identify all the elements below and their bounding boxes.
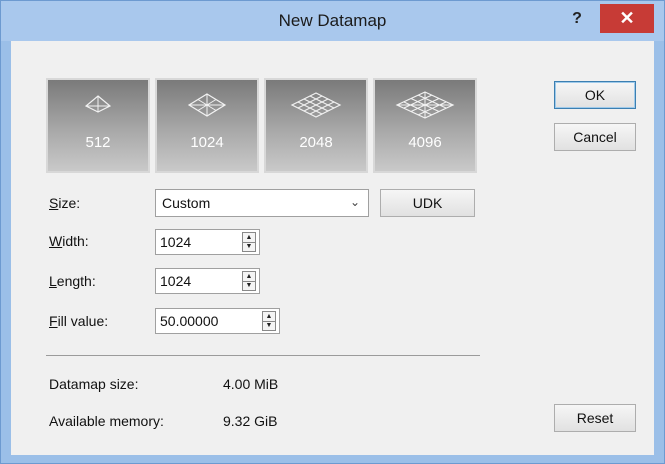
close-icon: ✕ — [619, 8, 635, 28]
preset-4096-button[interactable]: 4096 — [373, 78, 477, 173]
terrain-xlarge-icon — [395, 91, 455, 119]
chevron-down-icon: ⌄ — [349, 195, 360, 209]
datamap-size-value: 4.00 MiB — [223, 376, 279, 392]
length-label: Length: — [49, 273, 96, 289]
size-dropdown[interactable]: Custom ⌄ — [155, 189, 369, 217]
length-stepper-arrows[interactable]: ▲ ▼ — [242, 271, 256, 291]
ok-button[interactable]: OK — [554, 81, 636, 109]
terrain-medium-icon — [187, 93, 227, 117]
preset-2048-button[interactable]: 2048 — [264, 78, 368, 173]
preset-label: 512 — [85, 134, 111, 151]
preset-label: 2048 — [299, 134, 333, 151]
help-button[interactable]: ? — [557, 7, 597, 33]
preset-1024-button[interactable]: 1024 — [155, 78, 259, 173]
preset-512-button[interactable]: 512 — [46, 78, 150, 173]
available-memory-value: 9.32 GiB — [223, 413, 278, 429]
width-stepper[interactable]: 1024 ▲ ▼ — [155, 229, 260, 255]
width-stepper-arrows[interactable]: ▲ ▼ — [242, 232, 256, 252]
size-selected-value: Custom — [162, 195, 211, 211]
close-button[interactable]: ✕ — [600, 4, 654, 33]
width-label: Width: — [49, 233, 89, 249]
preset-label: 4096 — [408, 134, 442, 151]
title-bar[interactable]: New Datamap ? ✕ — [1, 1, 664, 41]
terrain-small-icon — [84, 95, 112, 113]
preset-label: 1024 — [190, 134, 224, 151]
size-label: Size: — [49, 195, 81, 211]
dialog-body: 512 1024 2048 4096 OK Cancel Size: Custo… — [11, 41, 654, 455]
fill-value: 50.00000 — [160, 313, 219, 329]
length-stepper[interactable]: 1024 ▲ ▼ — [155, 268, 260, 294]
stepper-down-icon[interactable]: ▼ — [243, 281, 255, 290]
cancel-button[interactable]: Cancel — [554, 123, 636, 151]
fill-value-stepper-arrows[interactable]: ▲ ▼ — [262, 311, 276, 331]
available-memory-label: Available memory: — [49, 413, 164, 429]
stepper-down-icon[interactable]: ▼ — [243, 242, 255, 251]
udk-button[interactable]: UDK — [380, 189, 475, 217]
reset-button[interactable]: Reset — [554, 404, 636, 432]
length-value: 1024 — [160, 273, 192, 289]
new-datamap-dialog: New Datamap ? ✕ 512 1024 2048 4096 OK Ca… — [0, 0, 665, 464]
fill-value-label: Fill value: — [49, 313, 109, 329]
width-value: 1024 — [160, 234, 192, 250]
datamap-size-label: Datamap size: — [49, 376, 139, 392]
terrain-large-icon — [290, 92, 342, 118]
fill-value-stepper[interactable]: 50.00000 ▲ ▼ — [155, 308, 280, 334]
stepper-down-icon[interactable]: ▼ — [263, 321, 275, 330]
divider — [46, 355, 480, 356]
